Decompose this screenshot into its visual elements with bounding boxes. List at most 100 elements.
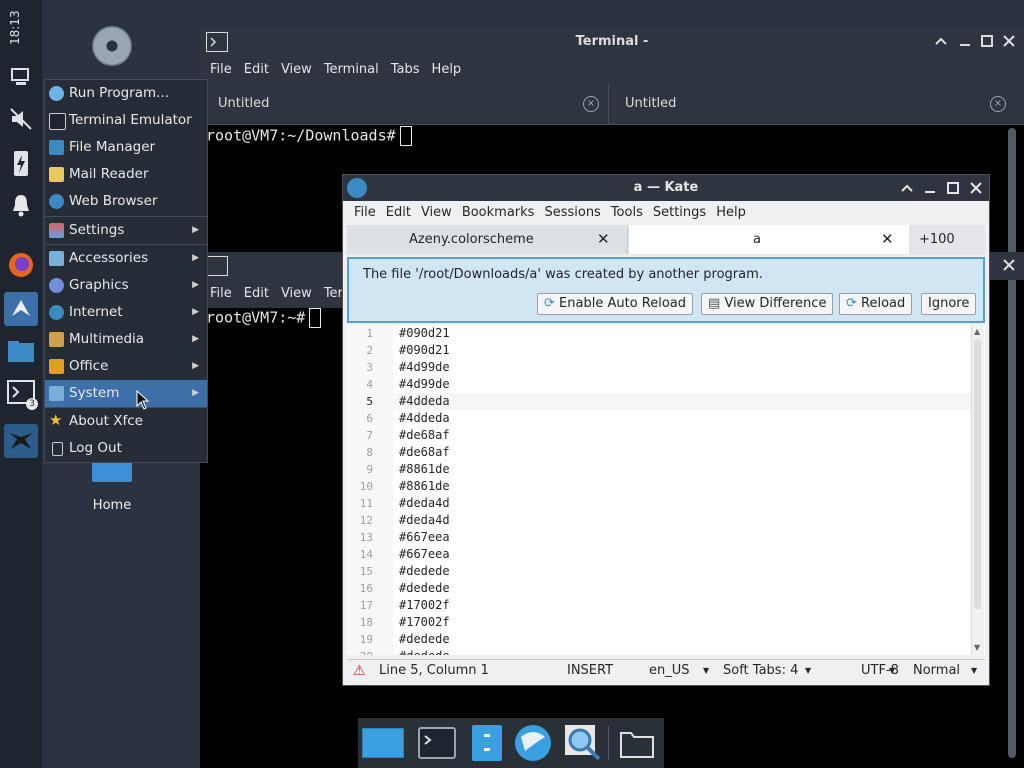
menu-help[interactable]: Help bbox=[426, 56, 468, 84]
terminal-shade-button[interactable] bbox=[934, 34, 948, 48]
terminal2-prompt[interactable]: root@VM7:~# bbox=[206, 308, 322, 328]
text-editor[interactable]: 1 #090d21 2 #090d21 3 #4d99de 4 #4d99de 5 #4ddeda… bbox=[347, 325, 985, 655]
menu-about-xfce[interactable]: ★ About Xfce bbox=[45, 408, 207, 435]
kate-tab-azeny[interactable]: Azeny.colorscheme ✕ bbox=[347, 225, 628, 254]
code-line[interactable]: #8861de bbox=[399, 478, 450, 495]
kate-menu-file[interactable]: File bbox=[349, 201, 381, 225]
clock[interactable]: 18:13 bbox=[8, 8, 34, 48]
code-line[interactable]: #dedede bbox=[399, 648, 450, 655]
kate-menu-help[interactable]: Help bbox=[711, 201, 751, 225]
code-line[interactable]: #de68af bbox=[399, 444, 450, 461]
kate-menu-edit[interactable]: Edit bbox=[381, 201, 416, 225]
editor-scrollbar[interactable]: ▲ ▼ bbox=[971, 325, 984, 655]
code-line[interactable]: #4ddeda bbox=[399, 393, 450, 410]
kate-menu-bookmarks[interactable]: Bookmarks bbox=[457, 201, 540, 225]
code-line[interactable]: #667eea bbox=[399, 546, 450, 563]
menu-internet[interactable]: Internet ▶ bbox=[45, 299, 207, 326]
menu-tabs[interactable]: Tabs bbox=[385, 56, 426, 84]
kate-menu-view[interactable]: View bbox=[416, 201, 457, 225]
app-menu-button[interactable] bbox=[4, 292, 38, 326]
ignore-button[interactable]: Ignore bbox=[921, 293, 977, 315]
scroll-up-icon[interactable]: ▲ bbox=[974, 327, 982, 337]
menu-view[interactable]: View bbox=[275, 56, 318, 84]
menu-file-manager[interactable]: File Manager bbox=[45, 134, 207, 161]
file-manager-icon[interactable] bbox=[4, 334, 38, 368]
terminal-prompt[interactable]: root@VM7:~/Downloads# bbox=[206, 126, 412, 146]
menu-view[interactable]: View bbox=[275, 280, 318, 308]
tab-close-icon[interactable]: × bbox=[990, 96, 1006, 112]
menu-file[interactable]: File bbox=[204, 280, 238, 308]
input-mode[interactable]: INSERT bbox=[567, 662, 613, 680]
menu-mail-reader[interactable]: Mail Reader bbox=[45, 161, 207, 188]
file-manager-launcher-icon[interactable] bbox=[466, 722, 508, 764]
terminal-close-button[interactable] bbox=[1002, 34, 1016, 48]
kate-shade-button[interactable] bbox=[900, 181, 914, 195]
web-browser-launcher-icon[interactable] bbox=[512, 722, 554, 764]
menu-file[interactable]: File bbox=[204, 56, 238, 84]
folder-launcher-icon[interactable] bbox=[616, 722, 658, 764]
terminal2-close-button[interactable] bbox=[1002, 258, 1016, 272]
menu-graphics[interactable]: Graphics ▶ bbox=[45, 272, 207, 299]
code-line[interactable]: #17002f bbox=[399, 597, 450, 614]
code-line[interactable]: #deda4d bbox=[399, 495, 450, 512]
code-line[interactable]: #8861de bbox=[399, 461, 450, 478]
terminal-minimize-button[interactable] bbox=[958, 34, 972, 48]
tab-untitled-1[interactable]: Untitled bbox=[218, 92, 269, 116]
tab-close-icon[interactable]: ✕ bbox=[597, 225, 610, 254]
reload-button[interactable]: ⟳ Reload bbox=[839, 293, 913, 315]
terminal-maximize-button[interactable] bbox=[980, 34, 994, 48]
menu-web-browser[interactable]: Web Browser bbox=[45, 188, 207, 215]
code-line[interactable]: #17002f bbox=[399, 614, 450, 631]
scroll-down-icon[interactable]: ▼ bbox=[974, 643, 982, 653]
enable-auto-reload-button[interactable]: ⟳ Enable Auto Reload bbox=[537, 293, 694, 315]
kate-maximize-button[interactable] bbox=[946, 181, 960, 195]
kate-more-tabs[interactable]: +100 bbox=[919, 225, 955, 254]
indentation-selector[interactable]: Soft Tabs: 4 bbox=[723, 662, 798, 680]
menu-edit[interactable]: Edit bbox=[238, 56, 275, 84]
battery-icon[interactable] bbox=[4, 146, 38, 180]
kate-menu-settings[interactable]: Settings bbox=[648, 201, 711, 225]
code-line[interactable]: #dedede bbox=[399, 580, 450, 597]
code-line[interactable]: #deda4d bbox=[399, 512, 450, 529]
menu-edit[interactable]: Edit bbox=[238, 280, 275, 308]
network-icon[interactable] bbox=[4, 60, 38, 94]
code-line[interactable]: #4d99de bbox=[399, 359, 450, 376]
tab-close-icon[interactable]: ✕ bbox=[881, 225, 894, 254]
kate-titlebar[interactable]: a — Kate bbox=[343, 175, 989, 201]
menu-log-out[interactable]: Log Out bbox=[45, 435, 207, 462]
menu-system[interactable]: System ▶ bbox=[45, 380, 207, 407]
terminal-scrollbar[interactable] bbox=[1008, 128, 1016, 758]
volume-muted-icon[interactable] bbox=[4, 102, 38, 136]
home-label[interactable]: Home bbox=[82, 498, 142, 513]
cursor-position[interactable]: Line 5, Column 1 bbox=[379, 662, 489, 680]
terminal-launcher-icon[interactable] bbox=[416, 722, 458, 764]
xfce-icon[interactable] bbox=[4, 424, 38, 458]
kate-minimize-button[interactable] bbox=[923, 181, 937, 195]
notifications-bell-icon[interactable] bbox=[4, 188, 38, 222]
tab-close-icon[interactable]: × bbox=[583, 96, 599, 112]
menu-terminal-emulator[interactable]: Terminal Emulator bbox=[45, 107, 207, 134]
scroll-thumb[interactable] bbox=[974, 339, 981, 609]
show-desktop-icon[interactable] bbox=[362, 722, 404, 764]
kate-close-button[interactable] bbox=[969, 181, 983, 195]
menu-terminal[interactable]: Ter bbox=[318, 280, 344, 308]
menu-multimedia[interactable]: Multimedia ▶ bbox=[45, 326, 207, 353]
code-line[interactable]: #dedede bbox=[399, 563, 450, 580]
highlight-mode-selector[interactable]: Normal bbox=[913, 662, 960, 680]
view-difference-button[interactable]: ▤ View Difference bbox=[701, 293, 834, 315]
code-line[interactable]: #090d21 bbox=[399, 325, 450, 342]
terminal-taskbar-icon[interactable]: 3 bbox=[4, 376, 38, 410]
menu-accessories[interactable]: Accessories ▶ bbox=[45, 245, 207, 272]
cd-drive-icon[interactable] bbox=[92, 26, 132, 66]
terminal-titlebar[interactable]: Terminal - bbox=[200, 28, 1024, 56]
menu-run-program[interactable]: Run Program... bbox=[45, 80, 207, 107]
code-line[interactable]: #de68af bbox=[399, 427, 450, 444]
code-line[interactable]: #4ddeda bbox=[399, 410, 450, 427]
code-line[interactable]: #4d99de bbox=[399, 376, 450, 393]
kate-tab-a[interactable]: a ✕ bbox=[629, 225, 909, 254]
code-line[interactable]: #667eea bbox=[399, 529, 450, 546]
code-line[interactable]: #090d21 bbox=[399, 342, 450, 359]
dictionary-selector[interactable]: en_US bbox=[649, 662, 690, 680]
kate-menu-tools[interactable]: Tools bbox=[606, 201, 648, 225]
kate-menu-sessions[interactable]: Sessions bbox=[539, 201, 605, 225]
